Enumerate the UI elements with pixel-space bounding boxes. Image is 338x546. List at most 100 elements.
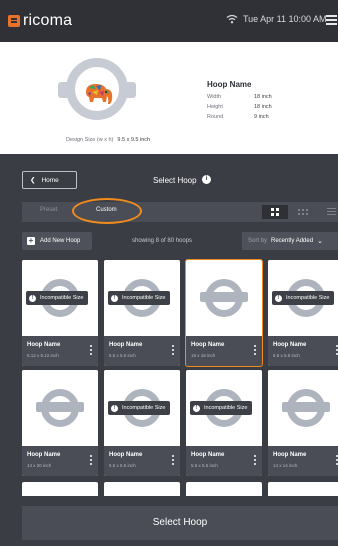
- hoop-ring-shape: [41, 389, 79, 427]
- incompatible-badge: ! Incompatible Size: [108, 291, 171, 305]
- add-new-hoop-label: Add New Hoop: [40, 238, 81, 244]
- more-options-icon[interactable]: [90, 345, 92, 355]
- hoop-card-size: 14 x 14 inch: [273, 463, 298, 468]
- hoop-thumbnail: [186, 260, 262, 336]
- spec-value-height: 18 inch: [254, 104, 272, 110]
- info-icon[interactable]: i: [202, 175, 211, 184]
- hoop-card-footer: Hoop Name 5.5 x 5.5 inch: [186, 446, 262, 476]
- small-grid-icon: [298, 209, 308, 215]
- plus-icon: +: [27, 236, 35, 245]
- tab-custom[interactable]: Custom: [96, 207, 117, 213]
- home-label: Home: [41, 176, 59, 184]
- tab-bar: Preset Custom: [22, 198, 338, 224]
- list-icon: [327, 208, 336, 216]
- more-options-icon[interactable]: [172, 345, 174, 355]
- alert-icon: !: [111, 294, 118, 302]
- more-options-icon[interactable]: [254, 345, 256, 355]
- spec-value-width: 18 inch: [254, 94, 272, 100]
- date-time: Tue Apr 11 10:00 AM: [243, 14, 327, 24]
- hoop-card[interactable]: Hoop Name 18 x 18 inch: [185, 259, 263, 367]
- chevron-down-icon: ⌄: [317, 238, 323, 245]
- hoop-thumbnail: ! Incompatible Size: [104, 370, 180, 446]
- more-options-icon[interactable]: [172, 455, 174, 465]
- incompatible-label: Incompatible Size: [122, 405, 166, 411]
- tab-preset[interactable]: Preset: [40, 207, 57, 213]
- incompatible-badge: ! Incompatible Size: [26, 291, 89, 305]
- design-size: Design Size (w x h) 9.5 x 9.5 inch: [66, 137, 151, 143]
- hoop-card-name: Hoop Name: [27, 342, 61, 348]
- hoop-card[interactable]: ! Incompatible Size Hoop Name 5.5 x 5.5 inc…: [104, 260, 180, 366]
- spec-label-width: Width: [207, 94, 222, 100]
- logo-mark-icon: [8, 15, 20, 27]
- hoop-card[interactable]: ! Incompatible Size Hoop Name 5.12 x 5.12 i…: [22, 260, 98, 366]
- hoop-card-footer: Hoop Name 5.5 x 5.5 inch: [104, 336, 180, 366]
- list-view-button[interactable]: [318, 205, 338, 219]
- hoop-card-size: 5.5 x 5.5 inch: [109, 353, 136, 358]
- hoop-card-name: Hoop Name: [273, 452, 307, 458]
- incompatible-label: Incompatible Size: [40, 295, 84, 301]
- sort-label: Sort by: [248, 238, 268, 244]
- hoop-thumbnail: [22, 370, 98, 446]
- ricoma-logo: ricoma: [8, 12, 72, 30]
- incompatible-badge: ! Incompatible Size: [190, 401, 253, 415]
- hamburger-icon[interactable]: [326, 15, 337, 25]
- hoop-ring-shape: [287, 389, 325, 427]
- hoop-card[interactable]: ! Incompatible Size Hoop Name 5.5 x 5.5 inc…: [268, 260, 338, 366]
- more-options-icon[interactable]: [90, 455, 92, 465]
- hoop-preview-panel: Design Size (w x h) 9.5 x 9.5 inch Hoop N…: [0, 42, 338, 154]
- card-partial: [104, 482, 180, 496]
- wifi-icon: [226, 14, 238, 26]
- grid-view-button[interactable]: [262, 205, 288, 219]
- elephant-design-icon: [80, 80, 116, 115]
- card-partial: [22, 482, 98, 496]
- hoop-card[interactable]: ! Incompatible Size Hoop Name 5.5 x 5.5 inc…: [186, 370, 262, 476]
- hoop-card-size: 5.12 x 5.12 inch: [27, 353, 59, 358]
- alert-icon: !: [193, 404, 200, 412]
- hoop-card[interactable]: Hoop Name 14 x 14 inch: [268, 370, 338, 476]
- hoop-card-name: Hoop Name: [191, 452, 225, 458]
- chevron-left-icon: ❮: [30, 177, 36, 184]
- incompatible-badge: ! Incompatible Size: [108, 401, 171, 415]
- incompatible-label: Incompatible Size: [286, 295, 330, 301]
- hoop-card-name: Hoop Name: [27, 452, 61, 458]
- alert-icon: !: [29, 294, 36, 302]
- spec-label-height: Height: [207, 104, 223, 110]
- hoop-card-footer: Hoop Name 5.12 x 5.12 inch: [22, 336, 98, 366]
- hoop-thumbnail: ! Incompatible Size: [22, 260, 98, 336]
- top-bar: ricoma Tue Apr 11 10:00 AM: [0, 0, 338, 42]
- hoop-thumbnail: ! Incompatible Size: [186, 370, 262, 446]
- hoop-card-footer: Hoop Name 18 x 18 inch: [186, 336, 262, 366]
- hoop-thumbnail: ! Incompatible Size: [104, 260, 180, 336]
- more-options-icon[interactable]: [254, 455, 256, 465]
- panel-header: ❮ Home Select Hoop i: [0, 162, 338, 194]
- hoop-card-size: 5.5 x 5.5 inch: [191, 463, 218, 468]
- sort-dropdown[interactable]: Sort by Recently Added ⌄: [242, 232, 338, 250]
- incompatible-label: Incompatible Size: [204, 405, 248, 411]
- hoop-card-size: 5.5 x 5.5 inch: [109, 463, 136, 468]
- small-grid-view-button[interactable]: [290, 205, 316, 219]
- hoop-card-footer: Hoop Name 5.5 x 5.5 inch: [268, 336, 338, 366]
- incompatible-label: Incompatible Size: [122, 295, 166, 301]
- hoop-ring-shape: [205, 279, 243, 317]
- home-button[interactable]: ❮ Home: [22, 171, 77, 189]
- results-count: showing 8 of 80 hoops: [132, 238, 193, 244]
- toolbar: + Add New Hoop showing 8 of 80 hoops Sor…: [0, 230, 338, 254]
- select-hoop-button[interactable]: Select Hoop: [22, 506, 338, 540]
- alert-icon: !: [275, 294, 282, 302]
- page-title: Select Hoop: [153, 176, 197, 185]
- hoop-card-size: 18 x 18 inch: [191, 353, 216, 358]
- hoop-card[interactable]: ! Incompatible Size Hoop Name 5.5 x 5.5 inc…: [104, 370, 180, 476]
- hoop-thumbnail: ! Incompatible Size: [268, 260, 338, 336]
- hoop-thumbnail: [268, 370, 338, 446]
- card-partial: [268, 482, 338, 496]
- card-partial: [186, 482, 262, 496]
- hoop-card-footer: Hoop Name 14 x 20 inch: [22, 446, 98, 476]
- alert-icon: !: [111, 404, 118, 412]
- hoop-card-footer: Hoop Name 14 x 14 inch: [268, 446, 338, 476]
- select-hoop-panel: ❮ Home Select Hoop i Preset Custom + Add…: [0, 154, 338, 546]
- grid-icon: [271, 208, 279, 216]
- hoop-card[interactable]: Hoop Name 14 x 20 inch: [22, 370, 98, 476]
- hoop-title: Hoop Name: [207, 80, 252, 89]
- add-new-hoop-button[interactable]: + Add New Hoop: [22, 232, 92, 250]
- hoop-card-name: Hoop Name: [109, 342, 143, 348]
